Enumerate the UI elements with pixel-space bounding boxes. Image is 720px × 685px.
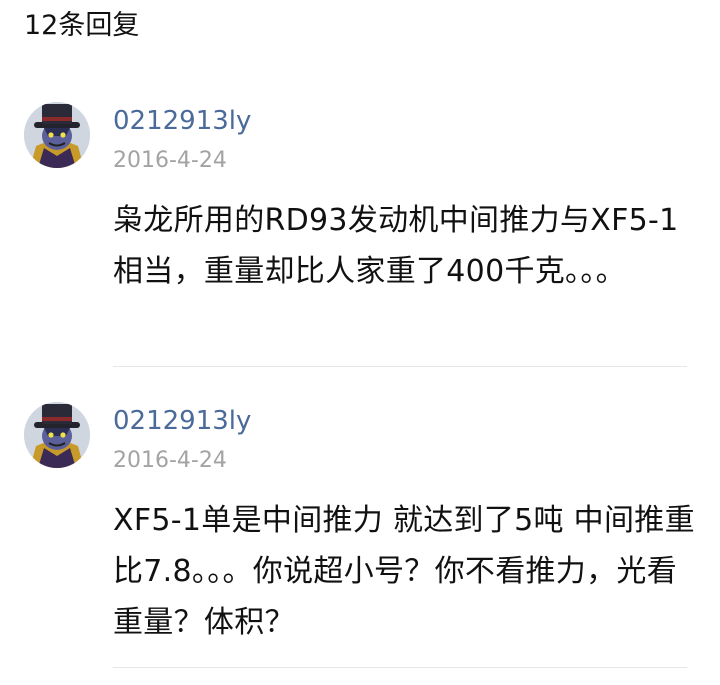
user-avatar[interactable] xyxy=(24,102,90,168)
comment-text: XF5-1单是中间推力 就达到了5吨 中间推重比7.8。。。你说超小号？你不看推… xyxy=(113,503,695,640)
comment-divider xyxy=(113,667,687,668)
comment-text: 枭龙所用的RD93发动机中间推力与XF5-1相当，重量却比人家重了400千克。。… xyxy=(113,203,679,289)
villain-avatar-icon xyxy=(24,102,90,168)
username-link[interactable]: 0212913ly xyxy=(113,104,251,138)
username-link[interactable]: 0212913ly xyxy=(113,404,251,438)
comment-date: 2016-4-24 xyxy=(113,148,227,173)
reply-count-title: 12条回复 xyxy=(24,10,140,41)
villain-avatar-icon xyxy=(24,402,90,468)
comment-divider xyxy=(113,366,687,367)
user-avatar[interactable] xyxy=(24,402,90,468)
comment-date: 2016-4-24 xyxy=(113,448,227,473)
